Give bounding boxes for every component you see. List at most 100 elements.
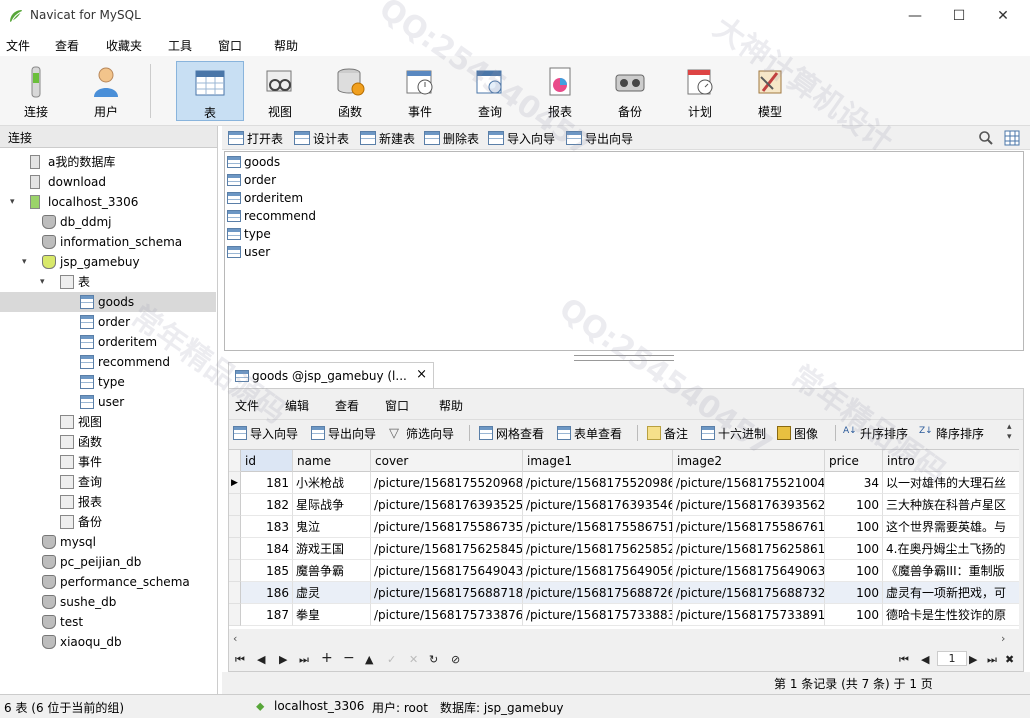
table-cell[interactable]: /picture/1568175688726.j (523, 582, 673, 604)
tree-item[interactable]: sushe_db (0, 592, 216, 612)
last-page-icon[interactable]: ⏭ (987, 653, 997, 667)
object-item-user[interactable]: user (227, 243, 270, 261)
expand-arrow-icon[interactable]: ▾ (40, 272, 50, 292)
table-cell[interactable]: 100 (825, 538, 883, 560)
tree-item[interactable]: 事件 (0, 452, 216, 472)
tree-item[interactable]: xiaoqu_db (0, 632, 216, 652)
table-cell[interactable]: 以一对雄伟的大理石丝 (883, 472, 1019, 494)
export-wizard-button[interactable]: 导出向导 (566, 129, 633, 147)
menu-view[interactable]: 查看 (55, 37, 79, 54)
page-number-field[interactable]: 1 (937, 651, 967, 666)
sort-ascending-button[interactable]: A↓ 升序排序 (843, 424, 908, 442)
hex-button[interactable]: 十六进制 (701, 424, 766, 442)
table-cell[interactable]: 4.在奥丹姆尘土飞扬的 (883, 538, 1019, 560)
editor-import-button[interactable]: 导入向导 (233, 424, 298, 442)
tree-item[interactable]: ▾ jsp_gamebuy (0, 252, 216, 272)
toolbar-table-button[interactable]: 表 (176, 61, 244, 121)
first-page-icon[interactable]: ⏮ (899, 653, 909, 667)
horizontal-scrollbar[interactable]: ‹ › (229, 631, 1023, 647)
column-header[interactable]: image1 (523, 450, 673, 472)
menu-window[interactable]: 窗口 (218, 37, 242, 54)
editor-menu-edit[interactable]: 编辑 (285, 397, 309, 414)
tree-item[interactable]: recommend (0, 352, 216, 372)
table-cell[interactable]: /picture/1568176393546.j (523, 494, 673, 516)
tree-item[interactable]: test (0, 612, 216, 632)
tree-item[interactable]: type (0, 372, 216, 392)
tree-item[interactable]: user (0, 392, 216, 412)
memo-button[interactable]: 备注 (647, 424, 688, 442)
tree-item[interactable]: 报表 (0, 492, 216, 512)
table-cell[interactable]: /picture/1568175688732.j (673, 582, 825, 604)
add-record-icon[interactable]: + (321, 650, 333, 666)
form-view-button[interactable]: 表单查看 (557, 424, 622, 442)
last-record-icon[interactable]: ⏭ (299, 653, 309, 667)
tree-item[interactable]: mysql (0, 532, 216, 552)
table-cell[interactable]: /picture/1568176393562.j (673, 494, 825, 516)
table-cell[interactable]: 100 (825, 582, 883, 604)
toolbar-query-button[interactable]: 查询 (458, 61, 522, 121)
table-cell[interactable]: 100 (825, 604, 883, 626)
table-cell[interactable]: /picture/1568175649056.j (523, 560, 673, 582)
column-header[interactable]: intro (883, 450, 1019, 472)
table-cell[interactable]: /picture/1568175625845.j (371, 538, 523, 560)
editor-menu-view[interactable]: 查看 (335, 397, 359, 414)
row-indicator[interactable]: ▶ (229, 472, 241, 494)
editor-menu-file[interactable]: 文件 (235, 397, 259, 414)
vertical-scrollbar[interactable] (1019, 449, 1023, 631)
next-page-icon[interactable]: ▶ (969, 653, 977, 666)
open-table-button[interactable]: 打开表 (228, 129, 283, 147)
tree-item[interactable]: a我的数据库 (0, 152, 216, 172)
table-cell[interactable]: 游戏王国 (293, 538, 371, 560)
table-cell[interactable]: 拳皇 (293, 604, 371, 626)
sort-descending-button[interactable]: Z↓ 降序排序 (919, 424, 984, 442)
tree-item[interactable]: goods (0, 292, 216, 312)
object-item-orderitem[interactable]: orderitem (227, 189, 303, 207)
tree-item[interactable]: 备份 (0, 512, 216, 532)
grid-view-button[interactable]: 网格查看 (479, 424, 544, 442)
toolbar-model-button[interactable]: 模型 (738, 61, 802, 121)
tree-item[interactable]: ▾ 表 (0, 272, 216, 292)
table-cell[interactable]: 34 (825, 472, 883, 494)
tree-item[interactable]: ▾ localhost_3306 (0, 192, 216, 212)
toolbar-schedule-button[interactable]: 计划 (668, 61, 732, 121)
expand-arrow-icon[interactable]: ▾ (10, 192, 20, 212)
row-indicator[interactable] (229, 494, 241, 516)
menu-tools[interactable]: 工具 (168, 37, 192, 54)
table-cell[interactable]: /picture/1568175625861.j (673, 538, 825, 560)
filter-wizard-button[interactable]: ▽ 筛选向导 (389, 424, 454, 442)
scroll-left-icon[interactable]: ‹ (233, 632, 237, 645)
tree-item[interactable]: order (0, 312, 216, 332)
table-cell[interactable]: 187 (241, 604, 293, 626)
table-cell[interactable]: 100 (825, 494, 883, 516)
prev-record-icon[interactable]: ◀ (257, 653, 265, 666)
move-up-icon[interactable]: ▲ (365, 653, 373, 666)
table-cell[interactable]: 184 (241, 538, 293, 560)
tree-item[interactable]: download (0, 172, 216, 192)
tree-item[interactable]: 查询 (0, 472, 216, 492)
toolbar-report-button[interactable]: 报表 (528, 61, 592, 121)
toolbar-backup-button[interactable]: 备份 (598, 61, 662, 121)
table-cell[interactable]: /picture/1568176393525.j (371, 494, 523, 516)
table-cell[interactable]: /picture/1568175521004.j (673, 472, 825, 494)
table-cell[interactable]: 小米枪战 (293, 472, 371, 494)
grid-view-icon[interactable] (1004, 130, 1020, 146)
table-cell[interactable]: /picture/1568175733891.j (673, 604, 825, 626)
table-cell[interactable]: 186 (241, 582, 293, 604)
column-header[interactable]: cover (371, 450, 523, 472)
table-cell[interactable]: 这个世界需要英雄。与 (883, 516, 1019, 538)
import-wizard-button[interactable]: 导入向导 (488, 129, 555, 147)
object-item-order[interactable]: order (227, 171, 276, 189)
table-cell[interactable]: /picture/1568175733876.j (371, 604, 523, 626)
tab-goods[interactable]: goods @jsp_gamebuy (l... × (228, 362, 434, 388)
tab-close-icon[interactable]: × (416, 367, 427, 382)
column-header[interactable]: price (825, 450, 883, 472)
refresh-icon[interactable]: ↻ (429, 653, 438, 666)
table-cell[interactable]: 181 (241, 472, 293, 494)
stop-icon[interactable]: ⊘ (451, 653, 460, 666)
design-table-button[interactable]: 设计表 (294, 129, 349, 147)
first-record-icon[interactable]: ⏮ (235, 653, 245, 667)
toolbar-view-button[interactable]: 视图 (248, 61, 312, 121)
tree-item[interactable]: db_ddmj (0, 212, 216, 232)
tree-item[interactable]: 函数 (0, 432, 216, 452)
tree-item[interactable]: pc_peijian_db (0, 552, 216, 572)
